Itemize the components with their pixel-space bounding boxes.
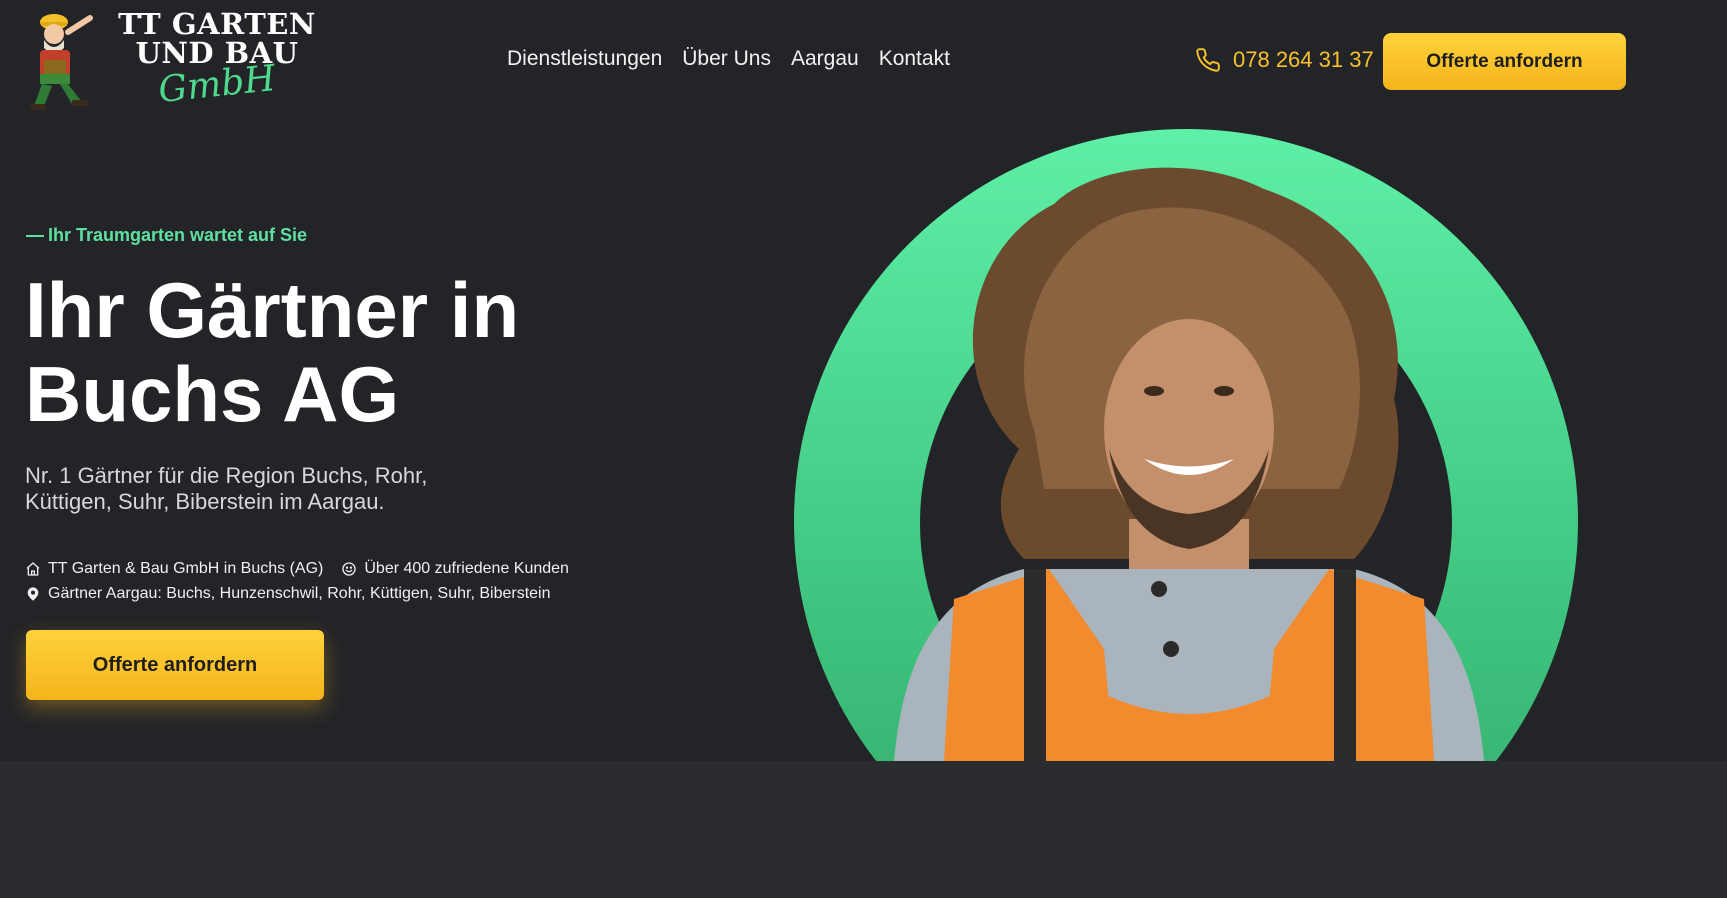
hero-section: TT GARTEN UND BAU GmbH Dienstleistungen … <box>0 0 1727 761</box>
main-nav: Dienstleistungen Über Uns Aargau Kontakt <box>507 47 950 71</box>
next-section <box>0 761 1727 898</box>
gardener-mascot-icon <box>30 14 93 110</box>
headline-line-1: Ihr Gärtner in <box>25 266 520 354</box>
fact-customers-text: Über 400 zufriedene Kunden <box>364 559 569 577</box>
phone-link[interactable]: 078 264 31 37 <box>1195 47 1374 73</box>
facts-row-1: TT Garten & Bau GmbH in Buchs (AG) Über … <box>25 556 569 581</box>
fact-regions: Gärtner Aargau: Buchs, Hunzenschwil, Roh… <box>25 585 551 603</box>
hero-subline: Nr. 1 Gärtner für die Region Buchs, Rohr… <box>25 463 428 514</box>
logo-line-1: TT GARTEN <box>118 7 316 41</box>
nav-item-kontakt[interactable]: Kontakt <box>879 47 950 71</box>
fact-company-text: TT Garten & Bau GmbH in Buchs (AG) <box>48 559 324 577</box>
map-pin-icon <box>27 586 39 601</box>
hero-facts: TT Garten & Bau GmbH in Buchs (AG) Über … <box>25 556 569 606</box>
nav-item-dienstleistungen[interactable]: Dienstleistungen <box>507 47 662 71</box>
tagline-dash <box>26 234 44 237</box>
gardener-photo <box>894 167 1484 761</box>
home-icon <box>26 561 40 576</box>
header-offer-button[interactable]: Offerte anfordern <box>1383 33 1626 90</box>
logo-wordmark: TT GARTEN UND BAU GmbH <box>112 7 322 112</box>
headline-line-2: Buchs AG <box>25 350 400 438</box>
nav-item-aargau[interactable]: Aargau <box>791 47 859 71</box>
smiley-icon <box>342 561 357 576</box>
hero-offer-button[interactable]: Offerte anfordern <box>26 630 324 700</box>
fact-customers: Über 400 zufriedene Kunden <box>341 560 569 578</box>
company-logo[interactable]: TT GARTEN UND BAU GmbH <box>24 8 324 113</box>
hero-headline: Ihr Gärtner in Buchs AG <box>25 268 665 436</box>
facts-row-2: Gärtner Aargau: Buchs, Hunzenschwil, Roh… <box>25 581 569 606</box>
fact-company: TT Garten & Bau GmbH in Buchs (AG) <box>25 560 323 578</box>
fact-regions-text: Gärtner Aargau: Buchs, Hunzenschwil, Roh… <box>48 584 551 602</box>
phone-number: 078 264 31 37 <box>1233 47 1374 72</box>
phone-icon <box>1196 48 1220 72</box>
hero-image <box>794 129 1578 761</box>
tagline-text: Ihr Traumgarten wartet auf Sie <box>48 225 308 245</box>
hero-tagline: Ihr Traumgarten wartet auf Sie <box>26 225 307 246</box>
nav-item-ueber-uns[interactable]: Über Uns <box>682 47 771 71</box>
